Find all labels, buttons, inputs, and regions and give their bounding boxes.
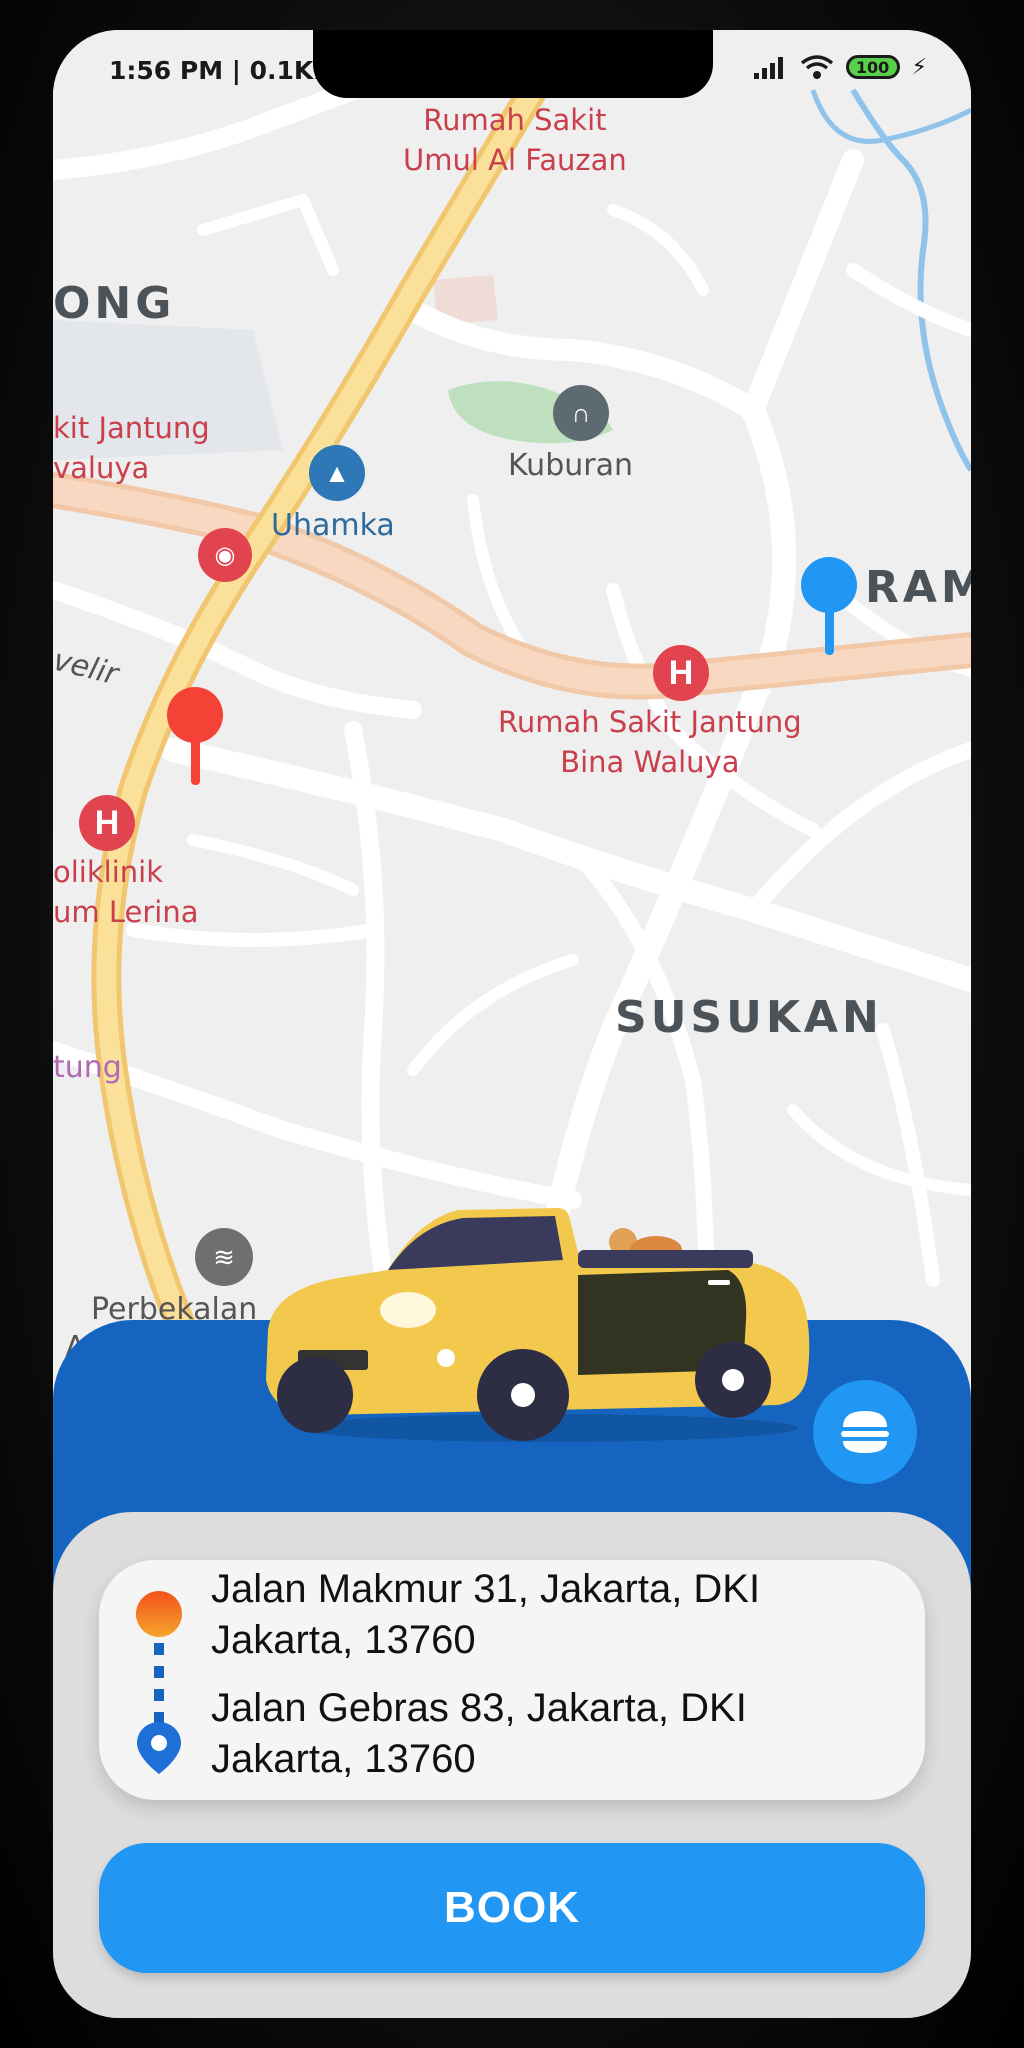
origin-dot-icon bbox=[136, 1591, 182, 1637]
destination-pin-icon[interactable] bbox=[799, 555, 859, 675]
store-icon[interactable]: ≋ bbox=[195, 1228, 253, 1286]
school-icon[interactable]: ▲ bbox=[309, 445, 365, 501]
book-button[interactable]: BOOK bbox=[99, 1843, 925, 1973]
battery-icon: 100 bbox=[845, 55, 900, 79]
car-illustration bbox=[266, 1208, 810, 1442]
camera-icon[interactable]: ◉ bbox=[198, 528, 252, 582]
map-label-uhamka: Uhamka bbox=[271, 508, 395, 543]
origin-address[interactable]: Jalan Makmur 31, Jakarta, DKI Jakarta, 1… bbox=[211, 1564, 811, 1666]
map-label-rumah-sakit-umul: Rumah Sakit Umul Al Fauzan bbox=[403, 103, 627, 177]
map-label-poliklinik: oliklinik um Lerina bbox=[53, 855, 199, 929]
hospital-icon[interactable]: H bbox=[79, 795, 135, 851]
route-dotted-line bbox=[154, 1643, 164, 1724]
map-label-susukan: SUSUKAN bbox=[615, 992, 883, 1043]
cemetery-icon[interactable]: ∩ bbox=[553, 385, 609, 441]
wifi-icon bbox=[800, 55, 833, 79]
charging-icon: ⚡ bbox=[911, 54, 927, 80]
burger-icon bbox=[841, 1411, 889, 1453]
destination-marker-icon bbox=[137, 1722, 181, 1774]
hospital-icon[interactable]: H bbox=[653, 645, 709, 701]
route-card[interactable]: Jalan Makmur 31, Jakarta, DKI Jakarta, 1… bbox=[99, 1560, 925, 1800]
map-label-rs-jantung-bina: Rumah Sakit Jantung Bina Waluya bbox=[498, 705, 802, 779]
map-label-ram: RAM bbox=[865, 562, 971, 613]
menu-button[interactable] bbox=[813, 1380, 917, 1484]
signal-icon bbox=[753, 57, 783, 79]
map-label-kit-jantung: kit Jantung valuya bbox=[53, 411, 210, 485]
map-label-ong: ONG bbox=[53, 278, 176, 329]
status-time: 1:56 PM | 0.1KB/ bbox=[109, 56, 342, 85]
camera-notch bbox=[313, 30, 713, 98]
map-label-kuburan: Kuburan bbox=[508, 448, 633, 483]
origin-pin-icon[interactable] bbox=[165, 685, 225, 805]
phone-screen: H H ▲ ∩ ◉ ≋ Rumah Sakit Umul Al Fauzan O… bbox=[53, 30, 971, 2018]
map-label-tung: tung bbox=[53, 1050, 122, 1085]
destination-address[interactable]: Jalan Gebras 83, Jakarta, DKI Jakarta, 1… bbox=[211, 1683, 811, 1785]
